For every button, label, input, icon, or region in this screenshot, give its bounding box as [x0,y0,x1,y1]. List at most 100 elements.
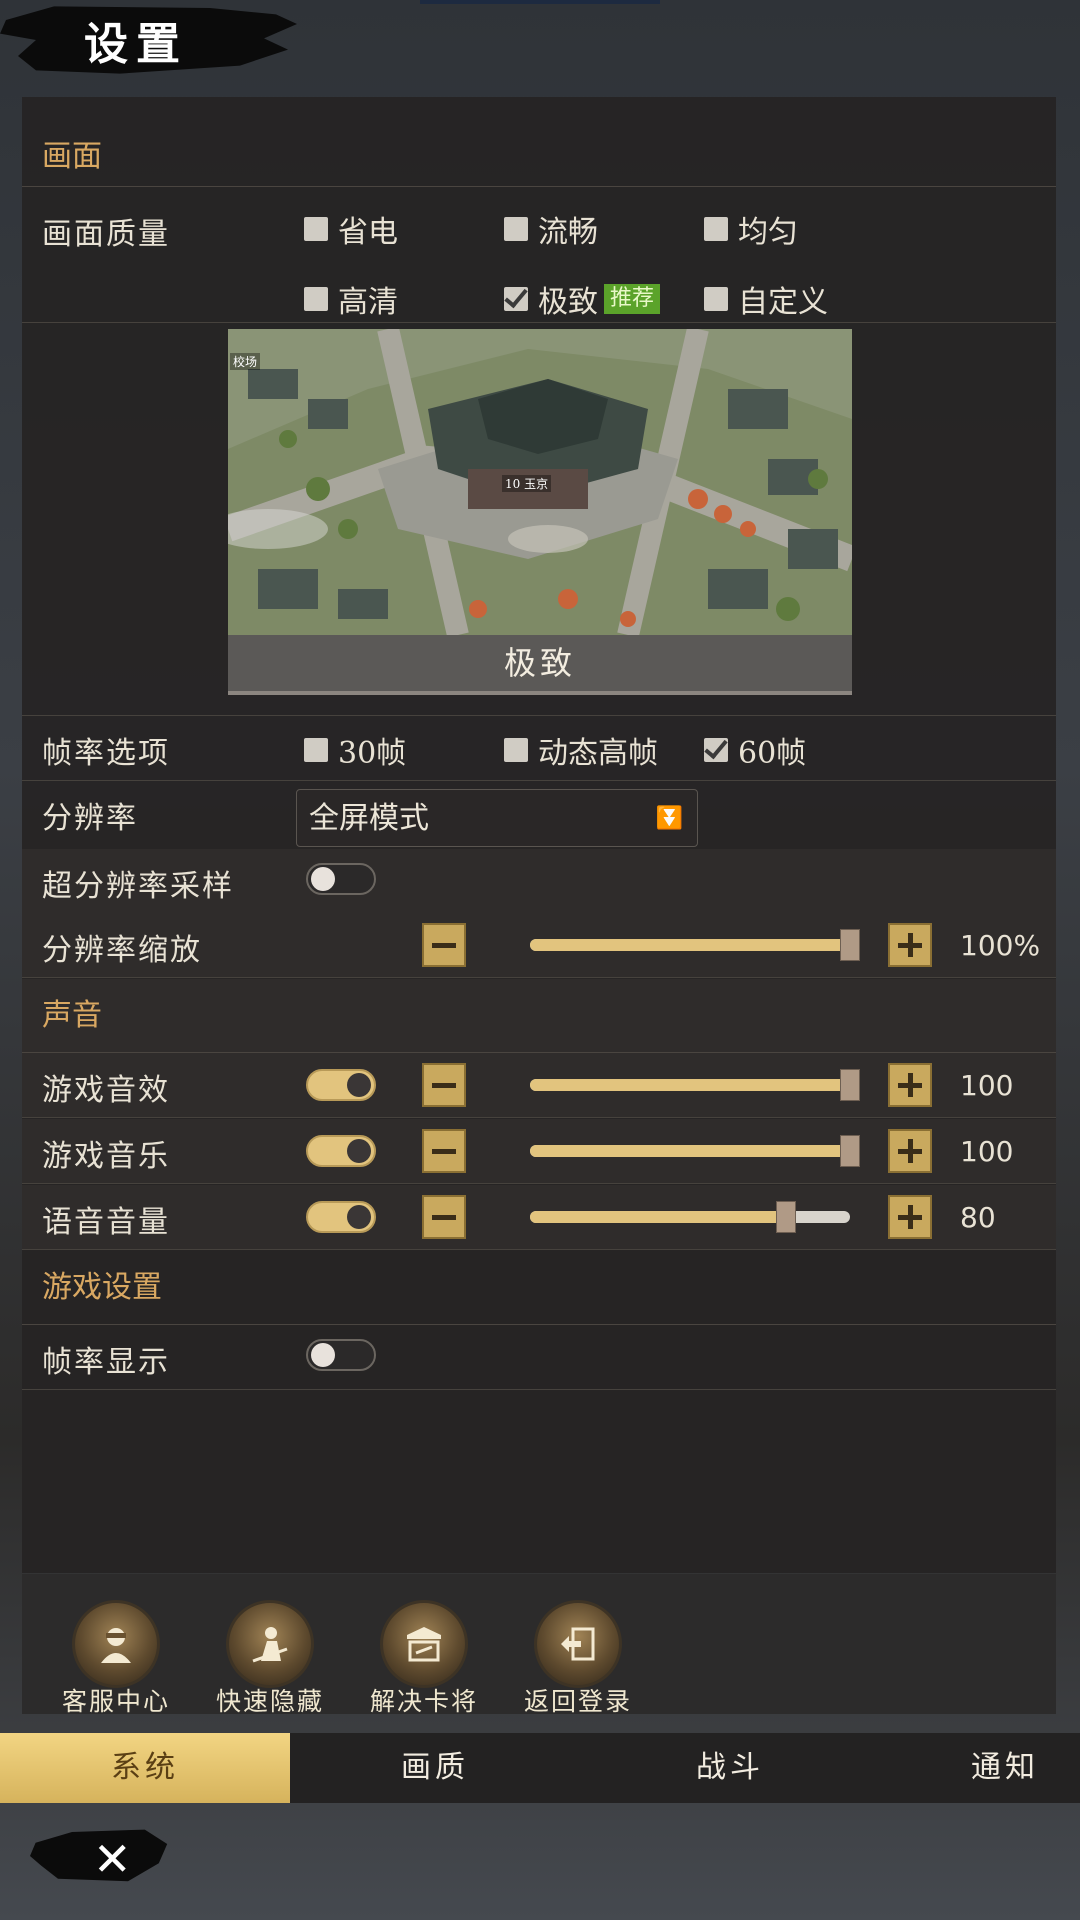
checkbox-icon [304,738,328,762]
resolution-value: 全屏模式 [309,801,429,836]
quality-label: 画面质量 [42,217,170,252]
quality-option-hd[interactable]: 高清 [304,277,398,321]
minus-icon [432,1214,456,1220]
settings-panel: 画面 画面质量 省电 流畅 均匀 高清 极致 推荐 自定义 校场 10 玉京 极… [22,97,1056,1714]
customer-service-icon [72,1600,160,1688]
music-minus-button[interactable] [422,1129,466,1173]
fps-display-row: 帧率显示 [22,1325,1056,1390]
option-label: 动态高帧 [538,736,658,771]
section-header-display: 画面 [22,127,1056,187]
framerate-row: 帧率选项 30帧 动态高帧 60帧 [22,715,1056,781]
option-label: 30帧 [338,736,407,771]
voice-plus-button[interactable] [888,1195,932,1239]
framerate-option-30[interactable]: 30帧 [304,728,406,772]
sound-effects-slider[interactable] [530,1069,860,1101]
preview-caption: 极致 [228,635,852,695]
tab-battle[interactable]: 战斗 [580,1733,880,1803]
checkbox-icon [304,217,328,241]
sound-effects-plus-button[interactable] [888,1063,932,1107]
customer-service-button[interactable]: 客服中心 [56,1600,176,1718]
super-sampling-toggle[interactable] [306,863,376,895]
checkbox-checked-icon [504,287,528,311]
minus-icon [432,942,456,948]
option-label: 60帧 [738,736,807,771]
voice-value: 80 [960,1201,996,1234]
tab-bar: 系统 画质 战斗 通知 [0,1733,1080,1803]
music-label: 游戏音乐 [42,1139,170,1174]
quality-option-power-save[interactable]: 省电 [304,207,398,251]
tab-system[interactable]: 系统 [0,1733,290,1803]
resolution-scale-row: 分辨率缩放 100% [22,913,1056,978]
super-sampling-label: 超分辨率采样 [42,869,234,904]
tab-notification[interactable]: 通知 [930,1733,1080,1803]
resolution-scale-plus-button[interactable] [888,923,932,967]
framerate-option-dynamic[interactable]: 动态高帧 [504,728,658,772]
checkbox-icon [304,287,328,311]
voice-slider[interactable] [530,1201,850,1233]
checkbox-icon [504,217,528,241]
fps-display-toggle[interactable] [306,1339,376,1371]
return-login-button[interactable]: 返回登录 [518,1600,638,1718]
map-label-drill-ground: 校场 [230,353,261,370]
sound-effects-value: 100 [960,1069,1014,1102]
action-label: 解决卡将 [369,1687,478,1716]
top-accent-bar [420,0,660,4]
resolution-dropdown[interactable]: 全屏模式 ⏬ [296,789,698,847]
music-plus-button[interactable] [888,1129,932,1173]
option-label: 自定义 [738,285,828,320]
action-label: 客服中心 [61,1687,170,1716]
quality-option-ultra[interactable]: 极致 推荐 [504,277,661,321]
super-sampling-row: 超分辨率采样 [22,849,1056,914]
voice-label: 语音音量 [42,1205,170,1240]
sound-effects-minus-button[interactable] [422,1063,466,1107]
resolution-scale-label: 分辨率缩放 [42,933,202,968]
quick-hide-icon [226,1600,314,1688]
option-label: 高清 [338,285,398,320]
slider-thumb[interactable] [776,1201,796,1233]
sound-effects-row: 游戏音效 100 [22,1053,1056,1118]
resolution-label: 分辨率 [42,801,138,836]
map-label-city: 10 玉京 [502,475,552,492]
checkbox-icon [704,217,728,241]
quality-preview: 校场 10 玉京 极致 [228,329,852,695]
checkbox-checked-icon [704,738,728,762]
voice-minus-button[interactable] [422,1195,466,1239]
slider-thumb[interactable] [840,1069,860,1101]
music-slider[interactable] [530,1135,860,1167]
music-toggle[interactable] [306,1135,376,1167]
resolution-scale-minus-button[interactable] [422,923,466,967]
quality-option-custom[interactable]: 自定义 [704,277,828,321]
minus-icon [432,1082,456,1088]
option-label: 极致 [538,285,598,320]
resolution-scale-slider[interactable] [530,929,860,961]
quality-option-smooth[interactable]: 流畅 [504,207,598,251]
close-icon[interactable]: ✕ [93,1832,132,1886]
option-label: 流畅 [538,215,598,250]
voice-toggle[interactable] [306,1201,376,1233]
page-title: 设置 [84,19,188,70]
checkbox-icon [704,287,728,311]
option-label: 省电 [338,215,398,250]
sound-effects-toggle[interactable] [306,1069,376,1101]
checkbox-icon [504,738,528,762]
action-label: 快速隐藏 [215,1687,324,1716]
return-login-icon [534,1600,622,1688]
double-chevron-down-icon: ⏬ [655,806,683,831]
action-label: 返回登录 [523,1687,632,1716]
fix-stuck-button[interactable]: 解决卡将 [364,1600,484,1718]
preview-image: 校场 10 玉京 [228,329,852,635]
slider-thumb[interactable] [840,1135,860,1167]
fix-stuck-icon [380,1600,468,1688]
slider-thumb[interactable] [840,929,860,961]
fps-display-label: 帧率显示 [42,1345,170,1380]
framerate-label: 帧率选项 [42,736,170,771]
framerate-option-60[interactable]: 60帧 [704,728,806,772]
section-header-game: 游戏设置 [22,1251,1056,1325]
quality-row: 画面质量 省电 流畅 均匀 高清 极致 推荐 自定义 [22,189,1056,323]
recommend-badge: 推荐 [604,284,661,314]
quick-hide-button[interactable]: 快速隐藏 [210,1600,330,1718]
voice-row: 语音音量 80 [22,1185,1056,1250]
tab-graphics[interactable]: 画质 [290,1733,580,1803]
music-value: 100 [960,1135,1014,1168]
quality-option-balanced[interactable]: 均匀 [704,207,798,251]
